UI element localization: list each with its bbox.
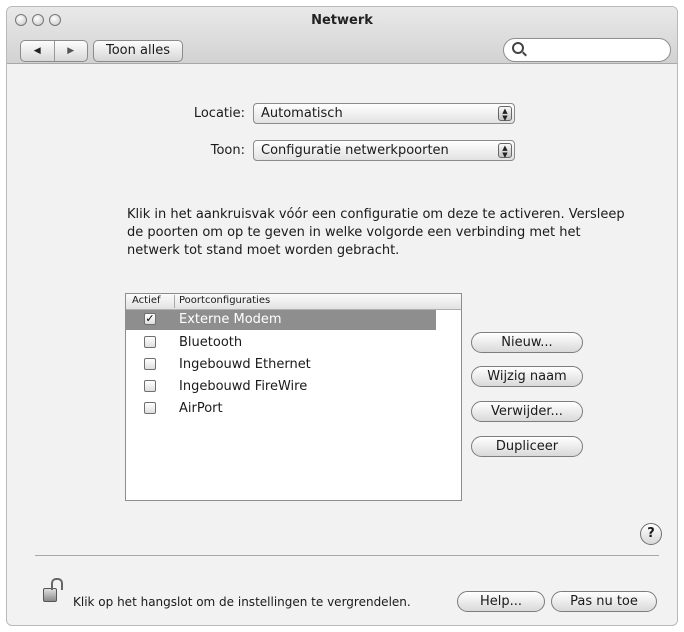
port-name: Ingebouwd FireWire [179,379,308,394]
list-item[interactable]: ✓ Externe Modem [126,310,436,330]
port-checkbox[interactable] [144,380,156,392]
delete-port-button[interactable]: Verwijder... [471,401,583,422]
list-header: Actief Poortconfiguraties [126,294,461,310]
list-item[interactable]: Ingebouwd FireWire [126,377,436,397]
location-popup[interactable]: Automatisch ▲ ▼ [253,103,515,124]
title-bar: Netwerk ◀ ▶ Toon alles [7,7,677,64]
port-checkbox[interactable] [144,402,156,414]
list-item[interactable]: Ingebouwd Ethernet [126,355,436,375]
port-name: Ingebouwd Ethernet [179,357,311,372]
search-input[interactable] [528,42,662,60]
search-field[interactable] [503,38,671,62]
column-divider [174,295,175,308]
show-label: Toon: [210,143,245,158]
port-checkbox[interactable] [144,358,156,370]
popup-arrows-icon: ▲ ▼ [498,106,512,122]
back-arrow-icon[interactable]: ◀ [21,41,55,61]
search-icon [512,42,524,54]
show-all-button[interactable]: Toon alles [93,40,183,62]
apply-now-button[interactable]: Pas nu toe [551,591,657,612]
duplicate-port-button[interactable]: Dupliceer [471,436,583,457]
location-label: Locatie: [193,106,245,121]
show-value: Configuratie netwerkpoorten [261,143,449,158]
popup-arrows-icon: ▲ ▼ [498,143,512,159]
list-item[interactable]: Bluetooth [126,333,436,353]
help-icon[interactable]: ? [640,523,662,545]
network-preferences-window: Netwerk ◀ ▶ Toon alles Locatie: Automati… [6,6,678,626]
rename-port-button[interactable]: Wijzig naam [471,366,583,387]
port-name: Externe Modem [179,312,282,327]
port-checkbox[interactable]: ✓ [144,313,156,325]
lock-icon[interactable] [43,578,63,602]
port-configurations-list[interactable]: Actief Poortconfiguraties ✓ Externe Mode… [125,293,462,501]
show-popup[interactable]: Configuratie netwerkpoorten ▲ ▼ [253,140,515,161]
port-name: Bluetooth [179,335,243,350]
port-name: AirPort [179,401,223,416]
divider [35,555,659,556]
port-checkbox[interactable] [144,336,156,348]
column-header-active[interactable]: Actief [132,294,161,308]
window-title: Netwerk [311,13,373,28]
lock-instruction-text: Klik op het hangslot om de instellingen … [73,595,411,609]
back-forward-control: ◀ ▶ [20,40,88,62]
location-value: Automatisch [261,106,343,121]
new-port-button[interactable]: Nieuw... [471,332,583,353]
list-item[interactable]: AirPort [126,399,436,419]
instruction-text: Klik in het aankruisvak vóór een configu… [127,207,625,258]
column-header-configurations[interactable]: Poortconfiguraties [179,294,270,308]
forward-arrow-icon[interactable]: ▶ [55,41,88,61]
help-button[interactable]: Help... [457,591,545,612]
